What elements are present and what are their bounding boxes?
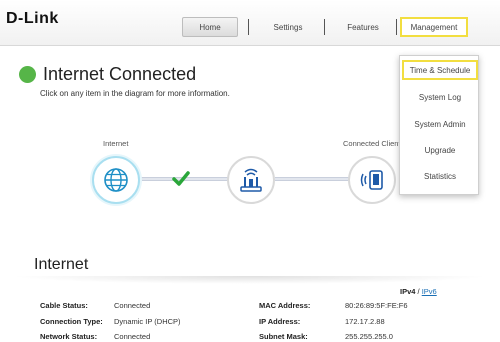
globe-icon xyxy=(104,168,128,192)
checkmark-icon xyxy=(172,171,190,192)
nav-divider xyxy=(324,19,325,35)
client-device-icon xyxy=(360,170,383,190)
menu-item-system-log[interactable]: System Log xyxy=(400,87,480,107)
connection-type-label: Connection Type: xyxy=(40,317,103,326)
connected-clients-node[interactable] xyxy=(348,156,396,204)
mac-address-label: MAC Address: xyxy=(259,301,311,310)
dlink-logo: D-Link xyxy=(6,10,59,27)
page-title: Internet Connected xyxy=(43,64,197,84)
nav-features-tab[interactable]: Features xyxy=(333,17,393,37)
subnet-mask-label: Subnet Mask: xyxy=(259,332,308,341)
ip-version-tabs: IPv4 / IPv6 xyxy=(400,287,437,296)
internet-node[interactable] xyxy=(92,156,140,204)
connection-status-indicator xyxy=(19,66,36,83)
menu-item-statistics[interactable]: Statistics xyxy=(400,166,480,186)
cable-status-value: Connected xyxy=(114,301,151,310)
nav-divider xyxy=(248,19,249,35)
mac-address-value: 80:26:89:5F:FE:F6 xyxy=(345,301,408,310)
top-navigation-bar: D-Link Home Settings Features Management xyxy=(0,0,500,46)
router-icon xyxy=(240,168,262,192)
connection-type-value: Dynamic IP (DHCP) xyxy=(114,317,181,326)
internet-section-title: Internet xyxy=(34,256,89,273)
menu-item-upgrade[interactable]: Upgrade xyxy=(400,140,480,160)
network-status-label: Network Status: xyxy=(40,332,98,341)
nav-home-tab[interactable]: Home xyxy=(182,17,238,37)
page-subtitle: Click on any item in the diagram for mor… xyxy=(40,89,230,98)
management-dropdown-menu: Time & Schedule System Log System Admin … xyxy=(399,55,479,195)
ip-tab-separator: / xyxy=(417,287,420,296)
ipv4-tab[interactable]: IPv4 xyxy=(400,287,415,296)
network-status-value: Connected xyxy=(114,332,151,341)
clients-node-label: Connected Clients xyxy=(343,139,405,148)
ip-address-value: 172.17.2.88 xyxy=(345,317,385,326)
menu-item-time-schedule[interactable]: Time & Schedule xyxy=(402,60,478,80)
internet-node-label: Internet xyxy=(103,139,129,148)
nav-settings-tab[interactable]: Settings xyxy=(258,17,318,37)
cable-status-label: Cable Status: xyxy=(40,301,88,310)
nav-divider xyxy=(396,19,397,35)
router-node[interactable] xyxy=(227,156,275,204)
nav-management-tab[interactable]: Management xyxy=(400,17,468,37)
ipv6-link[interactable]: IPv6 xyxy=(422,287,437,296)
ip-address-label: IP Address: xyxy=(259,317,301,326)
menu-item-system-admin[interactable]: System Admin xyxy=(400,114,480,134)
clients-link-line xyxy=(275,177,350,181)
section-divider xyxy=(10,276,490,284)
subnet-mask-value: 255.255.255.0 xyxy=(345,332,393,341)
